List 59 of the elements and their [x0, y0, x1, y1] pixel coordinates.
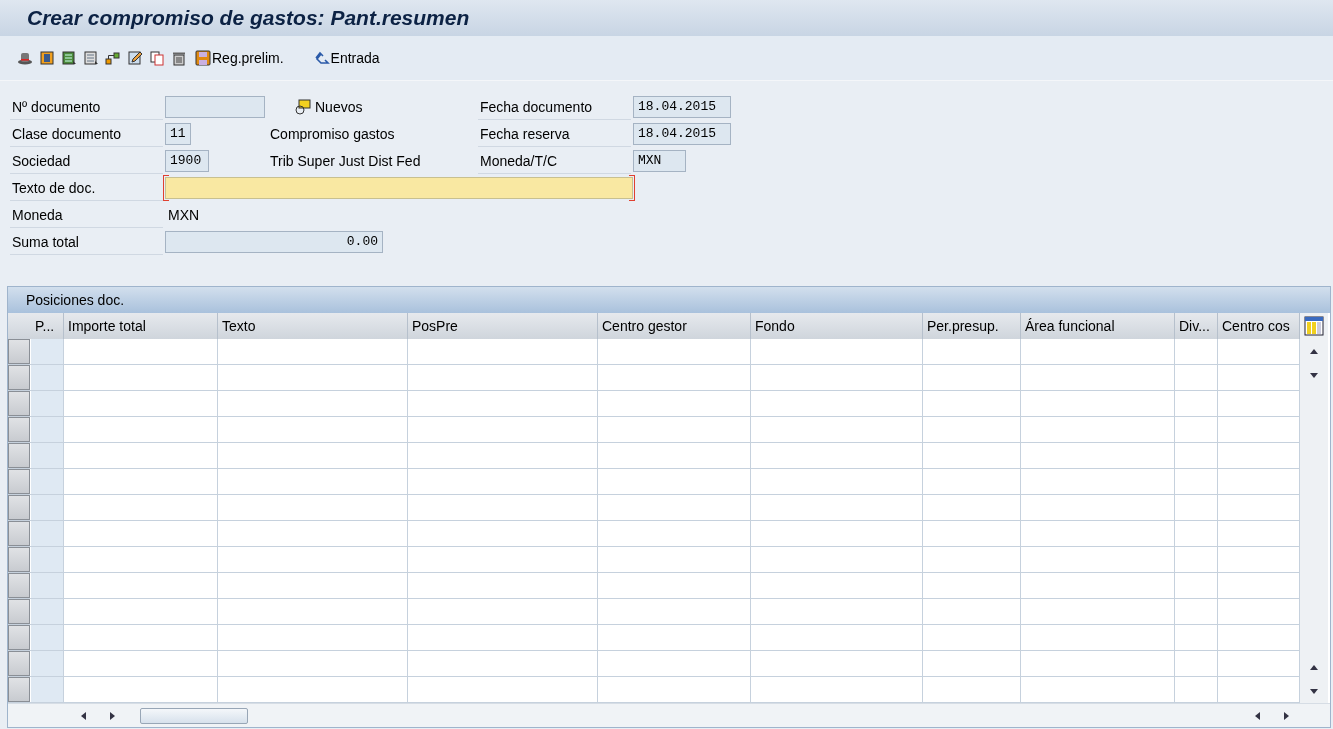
- field-label: Nº documento: [10, 93, 163, 120]
- row-selector[interactable]: [8, 417, 30, 442]
- row-selector[interactable]: [8, 547, 30, 572]
- column-header[interactable]: PosPre: [408, 313, 598, 339]
- row-selector[interactable]: [8, 625, 30, 650]
- field-label: Moneda: [10, 201, 163, 228]
- input-field[interactable]: MXN: [633, 149, 686, 172]
- row-selector[interactable]: [8, 443, 30, 468]
- save-icon[interactable]: [195, 50, 211, 66]
- input-field[interactable]: [165, 95, 265, 118]
- copy-icon[interactable]: [149, 50, 165, 66]
- list-icon[interactable]: [83, 50, 99, 66]
- list-icon[interactable]: [61, 50, 77, 66]
- pencil-icon[interactable]: [127, 50, 143, 66]
- row-selector[interactable]: [8, 469, 30, 494]
- toolbar-button[interactable]: Entrada: [311, 50, 382, 66]
- row-selector[interactable]: [8, 391, 30, 416]
- column-settings-icon[interactable]: [1304, 316, 1324, 336]
- input-field[interactable]: 1900: [165, 149, 209, 172]
- row-selector[interactable]: [8, 677, 30, 702]
- row-selector[interactable]: [8, 573, 30, 598]
- arrows-icon[interactable]: [313, 50, 330, 66]
- column-header[interactable]: Centro gestor: [598, 313, 751, 339]
- column-header[interactable]: Importe total: [64, 313, 218, 339]
- field-label: Moneda/T/C: [478, 147, 631, 174]
- input-field[interactable]: 0.00: [165, 230, 383, 253]
- panel-title: Posiciones doc.: [8, 287, 1330, 313]
- field-label: Suma total: [10, 228, 163, 255]
- row-selector[interactable]: [8, 521, 30, 546]
- column-header[interactable]: Área funcional: [1021, 313, 1175, 339]
- hat-icon[interactable]: [17, 50, 33, 66]
- input-field[interactable]: 18.04.2015: [633, 95, 731, 118]
- field-value: Compromiso gastos: [270, 125, 395, 142]
- hierarchy-icon[interactable]: [105, 50, 121, 66]
- field-label: Sociedad: [10, 147, 163, 174]
- scrollbar-thumb[interactable]: [140, 707, 248, 724]
- field-value: MXN: [167, 206, 200, 223]
- document-icon[interactable]: [39, 50, 55, 66]
- input-field[interactable]: 18.04.2015: [633, 122, 731, 145]
- row-selector[interactable]: [8, 651, 30, 676]
- input-field[interactable]: 11: [165, 122, 191, 145]
- trash-icon[interactable]: [171, 50, 187, 66]
- field-label: Fecha documento: [478, 93, 631, 120]
- column-header[interactable]: Div...: [1175, 313, 1218, 339]
- input-field[interactable]: [165, 176, 633, 199]
- new-button[interactable]: Nuevos: [295, 98, 363, 115]
- column-header[interactable]: Per.presup.: [923, 313, 1021, 339]
- column-header[interactable]: Texto: [218, 313, 408, 339]
- toolbar-button[interactable]: Reg.prelim.: [193, 50, 286, 66]
- field-label: Fecha reserva: [478, 120, 631, 147]
- field-value: Trib Super Just Dist Fed: [270, 152, 421, 169]
- field-label: Clase documento: [10, 120, 163, 147]
- row-selector[interactable]: [8, 339, 30, 364]
- column-header[interactable]: Fondo: [751, 313, 923, 339]
- envelope-icon: [295, 98, 311, 115]
- row-selector[interactable]: [8, 495, 30, 520]
- window-title: Crear compromiso de gastos: Pant.resumen: [0, 0, 1333, 36]
- row-selector[interactable]: [8, 599, 30, 624]
- row-selector[interactable]: [8, 365, 30, 390]
